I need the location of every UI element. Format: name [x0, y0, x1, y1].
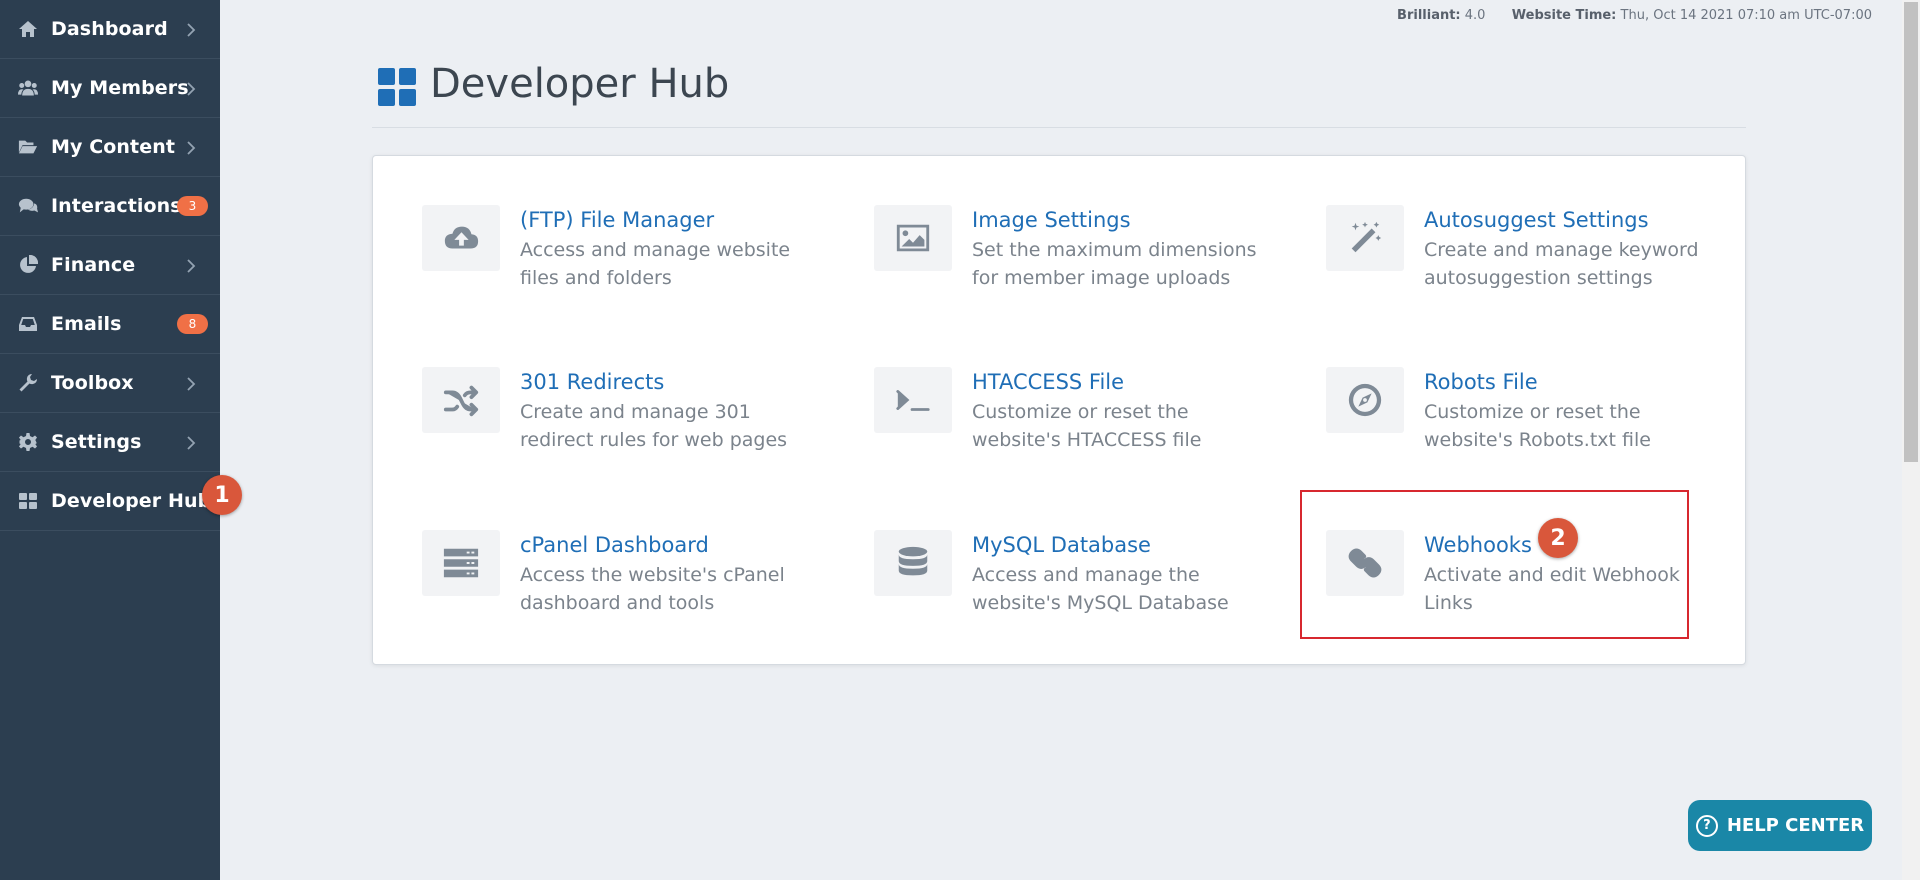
sidebar-item-label: Finance: [51, 254, 136, 276]
sidebar-item-label: My Content: [51, 136, 176, 158]
shuffle-icon: [422, 367, 500, 433]
sidebar-item-emails[interactable]: Emails 8: [0, 295, 220, 354]
folder-open-icon: [16, 137, 40, 157]
tool-title[interactable]: Autosuggest Settings: [1424, 205, 1649, 235]
tool-description: Create and manage 301 redirect rules for…: [520, 401, 788, 451]
terminal-icon: [874, 367, 952, 433]
sidebar-item-developer-hub[interactable]: Developer Hub: [0, 472, 220, 531]
server-icon: [422, 530, 500, 596]
tool-301-redirects[interactable]: 301 Redirects Create and manage 301 redi…: [422, 367, 842, 477]
website-time-value: Thu, Oct 14 2021 07:10 am UTC-07:00: [1620, 8, 1872, 23]
tool-description: Customize or reset the website's HTACCES…: [972, 401, 1202, 451]
tool-image-settings[interactable]: Image Settings Set the maximum dimension…: [874, 205, 1294, 315]
highlight-box: [1300, 490, 1689, 639]
tool-description: Access the website's cPanel dashboard an…: [520, 564, 785, 614]
sidebar-item-my-content[interactable]: My Content: [0, 118, 220, 177]
chevron-right-icon: [186, 140, 196, 155]
page-title: Developer Hub: [430, 61, 730, 107]
sidebar-item-label: Dashboard: [51, 18, 168, 40]
tool-title[interactable]: 301 Redirects: [520, 367, 664, 397]
pie-chart-icon: [16, 255, 40, 275]
brilliant-version: 4.0: [1464, 8, 1486, 23]
grid-icon: [16, 491, 40, 511]
help-center-button[interactable]: ? HELP CENTER: [1688, 800, 1872, 851]
users-icon: [16, 78, 40, 98]
chevron-right-icon: [186, 258, 196, 273]
tool-autosuggest-settings[interactable]: Autosuggest Settings Create and manage k…: [1326, 205, 1746, 315]
chevron-right-icon: [186, 435, 196, 450]
sidebar-item-dashboard[interactable]: Dashboard: [0, 0, 220, 59]
tool-description: Create and manage keyword autosuggestion…: [1424, 239, 1699, 289]
chevron-right-icon: [186, 81, 196, 96]
sidebar-item-label: My Members: [51, 77, 189, 99]
database-icon: [874, 530, 952, 596]
tool-description: Customize or reset the website's Robots.…: [1424, 401, 1651, 451]
cloud-upload-icon: [422, 205, 500, 271]
sidebar-item-settings[interactable]: Settings: [0, 413, 220, 472]
sidebar-item-my-members[interactable]: My Members: [0, 59, 220, 118]
scrollbar[interactable]: [1902, 0, 1920, 880]
scrollbar-thumb[interactable]: [1904, 2, 1918, 462]
gear-icon: [16, 432, 40, 452]
wrench-icon: [16, 373, 40, 393]
tool-description: Access and manage the website's MySQL Da…: [972, 564, 1229, 614]
notification-badge: 8: [177, 314, 208, 334]
sidebar-item-label: Developer Hub: [51, 490, 212, 512]
sidebar-item-interactions[interactable]: Interactions 3: [0, 177, 220, 236]
tool-description: Access and manage website files and fold…: [520, 239, 791, 289]
help-center-label: HELP CENTER: [1726, 815, 1865, 836]
chevron-right-icon: [186, 376, 196, 391]
step-marker-1: 1: [202, 475, 242, 515]
sidebar-item-label: Settings: [51, 431, 142, 453]
tool-title[interactable]: (FTP) File Manager: [520, 205, 714, 235]
sidebar-item-label: Toolbox: [51, 372, 134, 394]
tool-title[interactable]: MySQL Database: [972, 530, 1151, 560]
question-icon: ?: [1695, 814, 1718, 837]
top-meta-info: Brilliant: 4.0 Website Time: Thu, Oct 14…: [1397, 8, 1872, 23]
grid-icon: [378, 68, 416, 106]
magic-wand-icon: [1326, 205, 1404, 271]
tool-title[interactable]: HTACCESS File: [972, 367, 1124, 397]
tool-title[interactable]: Robots File: [1424, 367, 1538, 397]
inbox-icon: [16, 314, 40, 334]
tool-title[interactable]: Image Settings: [972, 205, 1131, 235]
tool-ftp-file-manager[interactable]: (FTP) File Manager Access and manage web…: [422, 205, 842, 315]
tool-mysql-database[interactable]: MySQL Database Access and manage the web…: [874, 530, 1294, 640]
step-marker-2: 2: [1538, 518, 1578, 558]
sidebar-item-toolbox[interactable]: Toolbox: [0, 354, 220, 413]
sidebar-item-finance[interactable]: Finance: [0, 236, 220, 295]
sidebar-item-label: Interactions: [51, 195, 182, 217]
comments-icon: [16, 196, 40, 216]
notification-badge: 3: [177, 196, 208, 216]
tool-title[interactable]: cPanel Dashboard: [520, 530, 709, 560]
sidebar-item-label: Emails: [51, 313, 122, 335]
chevron-right-icon: [186, 22, 196, 37]
compass-icon: [1326, 367, 1404, 433]
tool-robots-file[interactable]: Robots File Customize or reset the websi…: [1326, 367, 1746, 477]
home-icon: [16, 19, 40, 39]
brilliant-label: Brilliant:: [1397, 8, 1461, 23]
tool-cpanel-dashboard[interactable]: cPanel Dashboard Access the website's cP…: [422, 530, 842, 640]
tool-description: Set the maximum dimensions for member im…: [972, 239, 1257, 289]
page-header: Developer Hub: [372, 60, 1746, 128]
sidebar: Dashboard My Members My Content Interact…: [0, 0, 220, 880]
tool-htaccess-file[interactable]: HTACCESS File Customize or reset the web…: [874, 367, 1294, 477]
image-icon: [874, 205, 952, 271]
website-time-label: Website Time:: [1511, 8, 1617, 23]
